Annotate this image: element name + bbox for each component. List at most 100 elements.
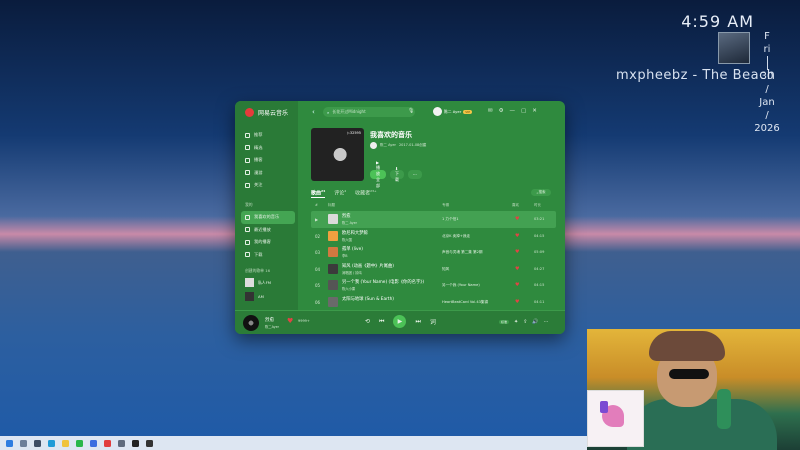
play-button[interactable]: ▶ bbox=[393, 315, 407, 328]
sidebar-item-recent[interactable]: 最近播放 bbox=[241, 224, 295, 237]
heart-icon[interactable]: ♥ bbox=[515, 282, 519, 288]
song-album[interactable]: 北京K 卖掉+我走 bbox=[442, 234, 470, 239]
sidebar-item-my-podcast[interactable]: 我的播客 bbox=[241, 236, 295, 249]
windows-icon[interactable] bbox=[6, 439, 13, 447]
tab-count: 24 bbox=[321, 189, 326, 193]
search-input[interactable]: ⌕ 长花开过Midnight bbox=[323, 107, 415, 117]
heart-icon[interactable]: ♥ bbox=[515, 249, 519, 255]
song-artist[interactable]: 李B bbox=[342, 253, 348, 258]
sidebar-item-follow[interactable]: 关注 bbox=[241, 179, 295, 192]
heart-icon[interactable]: ♥ bbox=[515, 299, 519, 305]
sidebar-item-label: 下载 bbox=[254, 251, 263, 257]
settings-icon[interactable] bbox=[118, 439, 125, 447]
playlist-item[interactable]: 私人FM bbox=[245, 278, 271, 287]
sidebar-item-podcast[interactable]: 播客 bbox=[241, 154, 295, 167]
row-index: 05 bbox=[315, 283, 321, 288]
search-icon[interactable] bbox=[20, 439, 27, 447]
heart-icon[interactable]: ♥ bbox=[515, 233, 519, 239]
next-icon[interactable]: ⏭ bbox=[415, 318, 420, 326]
song-title: 知风 (动画《题中》片尾曲) bbox=[342, 263, 394, 269]
sidebar-item-featured[interactable]: 精选 bbox=[241, 142, 295, 155]
app2-icon[interactable] bbox=[146, 439, 153, 447]
sidebar-item-download[interactable]: 下载 bbox=[241, 249, 295, 262]
store-icon[interactable] bbox=[90, 439, 97, 447]
song-album[interactable]: 另一个我 (Your Name) bbox=[442, 283, 480, 288]
song-album[interactable]: 声音与灵魂 第二集 第2期 bbox=[442, 250, 483, 255]
back-icon[interactable]: ‹ bbox=[312, 108, 315, 116]
creator-avatar bbox=[370, 142, 377, 149]
sidebar: 网易云音乐 推荐 精选 播客 漫游 关注 我的 我喜欢的音乐 最近播放 我的播客… bbox=[235, 101, 298, 310]
minimize-icon[interactable]: — bbox=[510, 108, 516, 114]
mic-icon[interactable]: 🎙 bbox=[408, 108, 414, 114]
song-album[interactable]: HeartBeatCard Vol.43集锦 bbox=[442, 300, 488, 305]
sidebar-item-label: 我的播客 bbox=[254, 239, 271, 245]
quality-badge[interactable]: 标准 bbox=[499, 320, 510, 324]
player-extras: 标准 ✦ ⇪ 🔊 ⋯ bbox=[499, 319, 549, 325]
date-char: 30 bbox=[760, 71, 774, 82]
heart-icon[interactable]: ♥ bbox=[515, 266, 519, 272]
playlist-item[interactable]: AM bbox=[245, 292, 264, 301]
song-thumb bbox=[328, 230, 338, 241]
more-button[interactable]: ··· bbox=[408, 170, 422, 179]
heart-icon[interactable]: ♥ bbox=[515, 216, 519, 222]
download-button[interactable]: ⬇ 下载 bbox=[390, 166, 404, 182]
volume-icon[interactable]: 🔊 bbox=[532, 319, 538, 325]
previous-icon[interactable]: ⏮ bbox=[379, 318, 384, 326]
tab-collectors[interactable]: 收藏者23+ bbox=[355, 189, 376, 198]
comment-count[interactable]: 9999+ bbox=[298, 319, 310, 323]
sidebar-item-label: 精选 bbox=[254, 144, 263, 150]
song-artist[interactable]: 陈六国 bbox=[342, 237, 352, 242]
repeat-icon[interactable]: ⟲ bbox=[365, 318, 370, 325]
song-album[interactable]: 1 力个怕1 bbox=[442, 217, 459, 222]
share-icon[interactable]: ⇪ bbox=[523, 319, 527, 325]
art-bottle bbox=[717, 389, 731, 429]
edge-icon[interactable] bbox=[48, 439, 55, 447]
table-row[interactable]: 04 知风 (动画《题中》片尾曲) 润唱团 / 钟鸿 知风 ♥ 04:27 bbox=[311, 261, 556, 278]
app-logo[interactable]: 网易云音乐 bbox=[235, 101, 298, 117]
like-icon[interactable]: ♥ bbox=[287, 317, 293, 325]
top-bar: ‹ ⌕ 长花开过Midnight 🎙 陈二 Ayer VIP ✉ ⚙ — ▢ ✕ bbox=[298, 101, 565, 123]
sidebar-item-label: 最近播放 bbox=[254, 226, 271, 232]
table-row[interactable]: 03 孤单 (live) 李B 声音与灵魂 第二集 第2期 ♥ 05:09 bbox=[311, 244, 556, 261]
lyrics-icon[interactable]: 词 bbox=[430, 317, 436, 326]
song-title: 太阳与地球 (Sun & Earth) bbox=[342, 296, 394, 302]
song-artist[interactable]: 陈六小果 bbox=[342, 286, 355, 291]
row-index: 06 bbox=[315, 299, 321, 305]
user-profile[interactable]: 陈二 Ayer VIP bbox=[433, 107, 473, 116]
close-icon[interactable]: ✕ bbox=[532, 108, 537, 114]
player-artist[interactable]: 陈二Ayer bbox=[265, 324, 279, 329]
settings-icon[interactable]: ⚙ bbox=[499, 108, 504, 114]
explorer-icon[interactable] bbox=[62, 439, 69, 447]
playlist-thumb bbox=[245, 278, 254, 287]
table-row[interactable]: 02 欧尼和大梦鲸 陈六国 北京K 卖掉+我走 ♥ 04:15 bbox=[311, 228, 556, 245]
date-char: Jan bbox=[759, 97, 775, 108]
date-char: / bbox=[765, 84, 769, 95]
table-row[interactable]: ▶ 烈愈 陈二 Ayer 1 力个怕1 ♥ 03:21 bbox=[311, 211, 556, 228]
sidebar-item-roam[interactable]: 漫游 bbox=[241, 167, 295, 180]
sidebar-item-label: 我喜欢的音乐 bbox=[254, 214, 280, 220]
playlist-search-button[interactable]: ⌕ 搜索 bbox=[531, 189, 551, 196]
play-all-button[interactable]: ▶ 播放全部 bbox=[370, 160, 386, 188]
tab-label: 歌曲 bbox=[311, 190, 322, 197]
song-artist[interactable]: 陈二 Ayer bbox=[342, 220, 357, 225]
effects-icon[interactable]: ✦ bbox=[514, 319, 518, 325]
mail-icon[interactable]: ✉ bbox=[488, 108, 493, 114]
netease-icon[interactable] bbox=[104, 439, 111, 447]
sidebar-item-liked-music[interactable]: 我喜欢的音乐 bbox=[241, 211, 295, 224]
sidebar-item-recommend[interactable]: 推荐 bbox=[241, 129, 295, 142]
song-artist[interactable]: 润唱团 / 钟鸿 bbox=[342, 270, 362, 275]
song-album[interactable]: 知风 bbox=[442, 267, 449, 272]
app-icon[interactable] bbox=[132, 439, 139, 447]
sidebar-item-label: 推荐 bbox=[254, 132, 263, 138]
creator-name[interactable]: 陈二 Ayer bbox=[380, 143, 396, 148]
more-icon[interactable]: ⋯ bbox=[544, 319, 549, 325]
now-playing-cover bbox=[718, 32, 750, 64]
table-row[interactable]: 05 另一个我 (Your Name) (电影《你的名字》) 陈六小果 另一个我… bbox=[311, 277, 556, 294]
tab-songs[interactable]: 歌曲24 bbox=[311, 189, 326, 198]
wechat-icon[interactable] bbox=[76, 439, 83, 447]
task-view-icon[interactable] bbox=[34, 439, 41, 447]
tab-comments[interactable]: 评论4 bbox=[334, 189, 346, 198]
table-row[interactable]: 06 太阳与地球 (Sun & Earth) HeartBeatCard Vol… bbox=[311, 294, 556, 311]
now-playing-disc[interactable] bbox=[243, 315, 259, 331]
maximize-icon[interactable]: ▢ bbox=[521, 108, 526, 114]
